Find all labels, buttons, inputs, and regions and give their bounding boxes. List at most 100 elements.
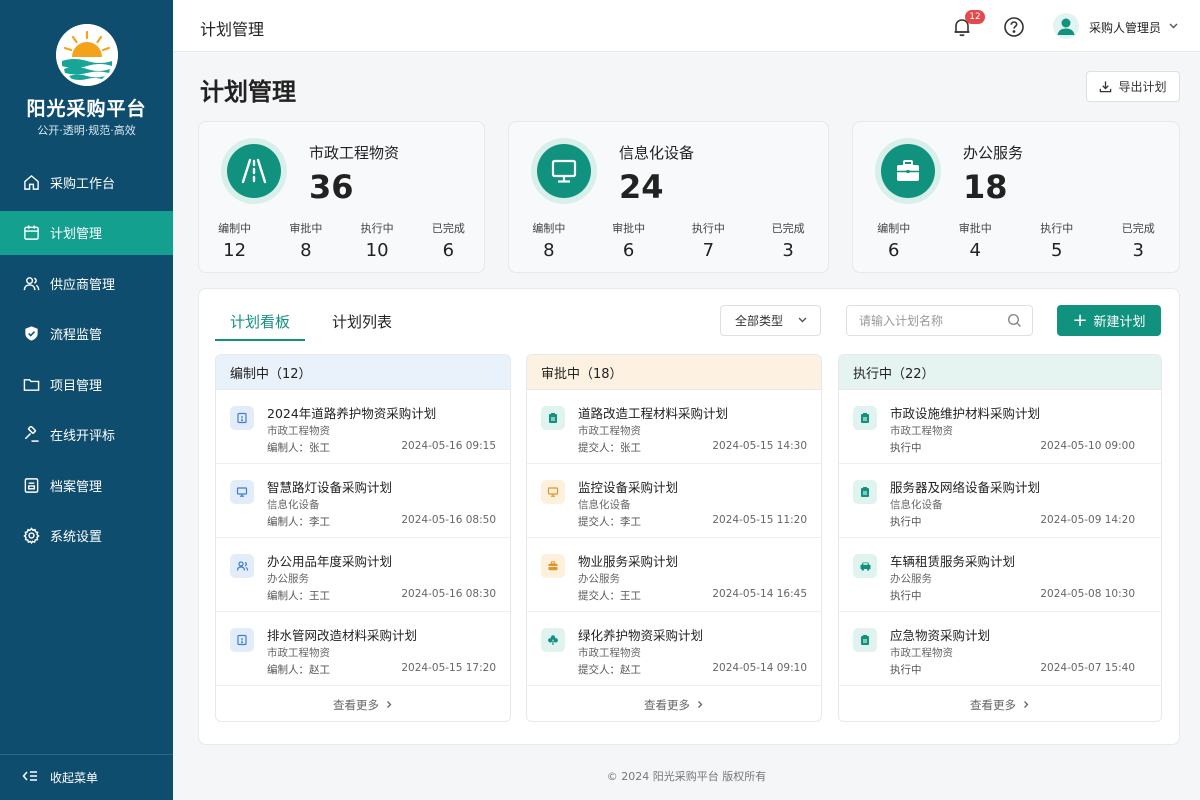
plan-card-date: 2024-05-16 08:30 (401, 588, 496, 600)
board-column-executing: 执行中（22） 市政设施维护材料采购计划 市政工程物资 执行中 2024-05-… (838, 354, 1162, 722)
car-icon (853, 554, 877, 578)
plan-card-title: 绿化养护物资采购计划 (578, 628, 704, 643)
plan-card-person: 提交人：王工 (578, 590, 641, 602)
export-plan-button[interactable]: 导出计划 (1086, 71, 1180, 102)
stat-card-it-equipment[interactable]: 信息化设备 24 编制中 8 审批中 6 执行中 7 已完成 3 (508, 121, 829, 273)
stat-sub-value: 5 (1051, 240, 1063, 261)
user-name[interactable]: 采购人管理员 (1089, 19, 1161, 36)
board-column-approving: 审批中（18） 道路改造工程材料采购计划 市政工程物资 提交人：张工 2024-… (526, 354, 822, 722)
stat-sub: 审批中 8 (270, 220, 341, 261)
collapse-menu-button[interactable]: 收起菜单 (0, 754, 173, 800)
plan-card[interactable]: 2024年道路养护物资采购计划 市政工程物资 编制人：张工 2024-05-16… (216, 390, 510, 464)
notification-badge: 12 (965, 10, 985, 24)
stat-total: 24 (619, 168, 664, 206)
plan-board-panel: 计划看板 计划列表 全部类型 + 新建计划 编制中（12） 2024年道路养护物… (198, 288, 1180, 745)
plan-card-date: 2024-05-10 09:00 (1040, 440, 1135, 452)
help-icon[interactable] (1003, 16, 1025, 38)
stat-sub-label: 审批中 (958, 222, 992, 235)
tab-plan-list[interactable]: 计划列表 (332, 311, 392, 332)
file-icon (230, 406, 254, 430)
stat-sub-value: 12 (223, 240, 247, 261)
plan-card-date: 2024-05-15 17:20 (401, 662, 496, 674)
stat-sub-label: 编制中 (877, 222, 911, 235)
sidebar-item-settings[interactable]: 系统设置 (0, 514, 173, 558)
plan-card[interactable]: 监控设备采购计划 信息化设备 提交人：李工 2024-05-15 11:20 (527, 464, 821, 538)
briefcase-icon (541, 554, 565, 578)
sidebar-item-label: 计划管理 (50, 227, 103, 242)
clipboard-icon (541, 406, 565, 430)
sidebar-item-supplier[interactable]: 供应商管理 (0, 261, 173, 305)
stat-sub-label: 已完成 (431, 222, 465, 235)
collapse-menu-label: 收起菜单 (50, 771, 99, 785)
plan-card[interactable]: 道路改造工程材料采购计划 市政工程物资 提交人：张工 2024-05-15 14… (527, 390, 821, 464)
plan-card-category: 信息化设备 (578, 499, 631, 511)
plan-card[interactable]: 物业服务采购计划 办公服务 提交人：王工 2024-05-14 16:45 (527, 538, 821, 612)
plan-card[interactable]: 市政设施维护材料采购计划 市政工程物资 执行中 2024-05-10 09:00 (839, 390, 1161, 464)
sidebar-item-process[interactable]: 流程监管 (0, 312, 173, 356)
view-more-button[interactable]: 查看更多 (839, 686, 1161, 721)
plan-card-person: 编制人：赵工 (267, 664, 330, 676)
plan-card-person: 编制人：李工 (267, 516, 330, 528)
stat-total: 18 (963, 168, 1008, 206)
sidebar-item-project[interactable]: 项目管理 (0, 362, 173, 406)
plan-card-person: 编制人：王工 (267, 590, 330, 602)
sidebar-item-label: 流程监管 (50, 328, 103, 343)
plan-card-category: 市政工程物资 (578, 647, 641, 659)
chevron-down-icon[interactable] (1168, 20, 1179, 34)
plan-card-category: 信息化设备 (890, 499, 943, 511)
sidebar-item-label: 采购工作台 (50, 176, 116, 192)
sidebar-item-bidding[interactable]: 在线开评标 (0, 413, 173, 457)
stat-card-office-service[interactable]: 办公服务 18 编制中 6 审批中 4 执行中 5 已完成 3 (852, 121, 1180, 273)
plan-card[interactable]: 排水管网改造材料采购计划 市政工程物资 编制人：赵工 2024-05-15 17… (216, 612, 510, 686)
view-more-button[interactable]: 查看更多 (527, 686, 821, 721)
plan-card-title: 物业服务采购计划 (578, 554, 679, 569)
plan-card[interactable]: 智慧路灯设备采购计划 信息化设备 编制人：李工 2024-05-16 08:50 (216, 464, 510, 538)
new-plan-button[interactable]: + 新建计划 (1057, 305, 1161, 336)
plan-card-date: 2024-05-14 16:45 (712, 588, 807, 600)
search-icon[interactable] (1007, 313, 1022, 332)
briefcase-icon (881, 144, 935, 198)
sun-logo-icon (56, 24, 118, 86)
view-more-label: 查看更多 (644, 698, 690, 712)
sidebar-item-label: 在线开评标 (50, 429, 116, 444)
tab-plan-board[interactable]: 计划看板 (230, 311, 290, 332)
plan-card[interactable]: 车辆租赁服务采购计划 办公服务 执行中 2024-05-08 10:30 (839, 538, 1161, 612)
stat-sub: 审批中 6 (589, 220, 669, 261)
sidebar-item-workbench[interactable]: 采购工作台 (0, 160, 173, 204)
plan-card-category: 市政工程物资 (267, 647, 330, 659)
stat-sub-value: 8 (543, 240, 555, 261)
view-more-label: 查看更多 (333, 698, 379, 712)
stat-sub-value: 3 (1132, 240, 1144, 261)
monitor-icon (541, 480, 565, 504)
brand-name: 阳光采购平台 (26, 98, 147, 120)
header-title: 计划管理 (200, 20, 265, 39)
sidebar-item-archive[interactable]: 档案管理 (0, 463, 173, 507)
plan-card-category: 办公服务 (267, 573, 309, 585)
plan-card[interactable]: 应急物资采购计划 市政工程物资 执行中 2024-05-07 15:40 (839, 612, 1161, 686)
plan-card-title: 市政设施维护材料采购计划 (890, 406, 1041, 421)
stat-card-municipal[interactable]: 市政工程物资 36 编制中 12 审批中 8 执行中 10 已完成 6 (198, 121, 485, 273)
stat-sub-value: 6 (622, 240, 635, 261)
chevron-right-icon (1022, 698, 1030, 712)
type-filter-select[interactable]: 全部类型 (720, 305, 821, 336)
avatar[interactable] (1053, 13, 1079, 39)
plan-card[interactable]: 服务器及网络设备采购计划 信息化设备 执行中 2024-05-09 14:20 (839, 464, 1161, 538)
plan-card[interactable]: 办公用品年度采购计划 办公服务 编制人：王工 2024-05-16 08:30 (216, 538, 510, 612)
stat-breakdown: 编制中 12 审批中 8 执行中 10 已完成 6 (199, 220, 484, 261)
stat-name: 信息化设备 (619, 144, 695, 162)
stat-sub-value: 7 (702, 240, 715, 261)
file-icon (230, 628, 254, 652)
stat-sub-value: 4 (969, 240, 981, 261)
stat-sub-value: 8 (300, 240, 312, 261)
plan-card-category: 市政工程物资 (267, 425, 330, 437)
sidebar-item-plan[interactable]: 计划管理 (0, 210, 173, 255)
plan-card-person: 提交人：李工 (578, 516, 641, 528)
plan-card[interactable]: 绿化养护物资采购计划 市政工程物资 提交人：赵工 2024-05-14 09:1… (527, 612, 821, 686)
sidebar-item-label: 档案管理 (50, 479, 103, 495)
view-more-button[interactable]: 查看更多 (216, 686, 510, 721)
plan-search-input[interactable] (859, 306, 1009, 335)
users-icon (22, 274, 40, 292)
plan-card-date: 2024-05-15 11:20 (712, 514, 807, 526)
stat-sub-label: 执行中 (360, 222, 394, 235)
plan-card-date: 2024-05-09 14:20 (1040, 514, 1135, 526)
